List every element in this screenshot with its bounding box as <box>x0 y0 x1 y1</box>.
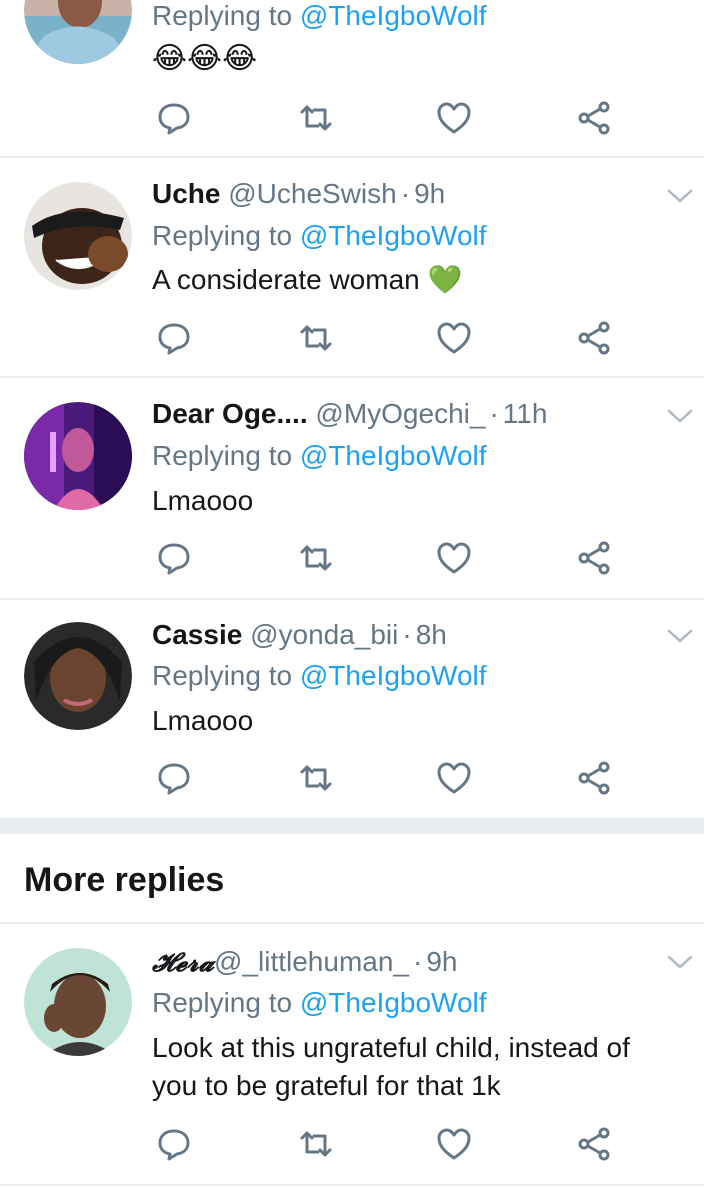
tweet-header: Uche @UcheSwish · 9h <box>152 178 446 209</box>
retweet-icon[interactable] <box>296 538 336 578</box>
tweet-header: Cassie @yonda_bii · 8h <box>152 619 447 650</box>
chevron-down-icon[interactable] <box>666 952 694 972</box>
section-divider <box>0 818 704 834</box>
replying-to: Replying to @TheIgboWolf <box>152 0 487 34</box>
share-icon[interactable] <box>574 538 614 578</box>
tweet-actions <box>152 318 632 358</box>
like-icon[interactable] <box>434 1124 474 1164</box>
divider <box>0 1184 704 1186</box>
replying-label: Replying to <box>152 987 293 1018</box>
replying-label: Replying to <box>152 660 293 691</box>
tweet-actions <box>152 758 632 798</box>
replying-label: Replying to <box>152 220 293 251</box>
share-icon[interactable] <box>574 758 614 798</box>
tweet-text: Lmaooo <box>152 705 254 736</box>
display-name[interactable]: Dear Oge.... <box>152 398 308 429</box>
replying-handle-link[interactable]: @TheIgboWolf <box>300 660 487 691</box>
timestamp[interactable]: 9h <box>414 178 445 209</box>
avatar[interactable] <box>24 402 132 510</box>
tweet-2[interactable]: Dear Oge.... @MyOgechi_ · 11h Replying to … <box>0 378 704 598</box>
tweet-1[interactable]: Uche @UcheSwish · 9h Replying to @TheIgboW… <box>0 158 704 376</box>
replying-handle-link[interactable]: @TheIgboWolf <box>300 0 487 31</box>
like-icon[interactable] <box>434 758 474 798</box>
replying-handle-link[interactable]: @TheIgboWolf <box>300 220 487 251</box>
display-name[interactable]: 𝓗𝓮𝓻𝓪 <box>152 948 214 978</box>
replying-handle-link[interactable]: @TheIgboWolf <box>300 987 487 1018</box>
tweet-0[interactable]: Replying to @TheIgboWolf 😂😂😂 <box>0 0 704 156</box>
tweet-text: 😂😂😂 <box>152 42 258 75</box>
avatar[interactable] <box>24 622 132 730</box>
chevron-down-icon[interactable] <box>666 186 694 206</box>
tweet-actions <box>152 538 632 578</box>
chevron-down-icon[interactable] <box>666 406 694 426</box>
reply-icon[interactable] <box>154 98 194 138</box>
timestamp[interactable]: 11h <box>503 398 548 429</box>
display-name[interactable]: Uche <box>152 178 220 209</box>
replying-to: Replying to @TheIgboWolf <box>152 438 487 474</box>
chevron-down-icon[interactable] <box>666 626 694 646</box>
tweet-text: Look at this ungrateful child, instead o… <box>152 1032 630 1063</box>
display-name[interactable]: Cassie <box>152 619 242 650</box>
reply-icon[interactable] <box>154 538 194 578</box>
retweet-icon[interactable] <box>296 318 336 358</box>
tweet-4[interactable]: 𝓗𝓮𝓻𝓪@_littlehuman_ · 9h Replying to @TheIg… <box>0 924 704 1184</box>
retweet-icon[interactable] <box>296 98 336 138</box>
replying-to: Replying to @TheIgboWolf <box>152 218 487 254</box>
reply-icon[interactable] <box>154 758 194 798</box>
replying-to: Replying to @TheIgboWolf <box>152 985 487 1021</box>
user-handle[interactable]: @MyOgechi_ <box>315 398 485 429</box>
like-icon[interactable] <box>434 98 474 138</box>
retweet-icon[interactable] <box>296 1124 336 1164</box>
tweet-text: A considerate woman 💚 <box>152 264 463 295</box>
retweet-icon[interactable] <box>296 758 336 798</box>
reply-icon[interactable] <box>154 318 194 358</box>
tweet-text: Lmaooo <box>152 485 254 516</box>
timestamp[interactable]: 8h <box>416 619 447 650</box>
replying-label: Replying to <box>152 0 293 31</box>
avatar[interactable] <box>24 0 132 64</box>
tweet-actions <box>152 98 632 138</box>
avatar[interactable] <box>24 182 132 290</box>
replying-label: Replying to <box>152 440 293 471</box>
avatar[interactable] <box>24 948 132 1056</box>
like-icon[interactable] <box>434 318 474 358</box>
more-replies-heading: More replies <box>24 861 225 899</box>
user-handle[interactable]: @_littlehuman_ <box>214 946 409 977</box>
share-icon[interactable] <box>574 98 614 138</box>
share-icon[interactable] <box>574 318 614 358</box>
like-icon[interactable] <box>434 538 474 578</box>
user-handle[interactable]: @yonda_bii <box>250 619 398 650</box>
reply-icon[interactable] <box>154 1124 194 1164</box>
replying-handle-link[interactable]: @TheIgboWolf <box>300 440 487 471</box>
timestamp[interactable]: 9h <box>426 946 457 977</box>
tweet-text-line-2: you to be grateful for that 1k <box>152 1070 501 1101</box>
replying-to: Replying to @TheIgboWolf <box>152 658 487 694</box>
tweet-header: Dear Oge.... @MyOgechi_ · 11h <box>152 398 548 429</box>
user-handle[interactable]: @UcheSwish <box>228 178 396 209</box>
tweet-header: 𝓗𝓮𝓻𝓪@_littlehuman_ · 9h <box>152 946 458 978</box>
tweet-3[interactable]: Cassie @yonda_bii · 8h Replying to @TheIgb… <box>0 600 704 818</box>
tweet-actions <box>152 1124 632 1164</box>
share-icon[interactable] <box>574 1124 614 1164</box>
